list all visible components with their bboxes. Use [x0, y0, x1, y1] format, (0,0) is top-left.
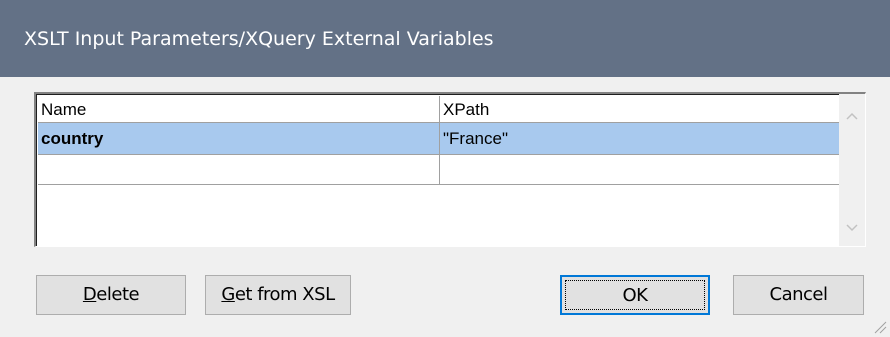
column-header-name[interactable]: Name	[38, 96, 440, 122]
vertical-scrollbar[interactable]	[839, 94, 865, 246]
cancel-button-label: Cancel	[769, 284, 828, 305]
table-header-row: Name XPath	[38, 96, 841, 123]
parameter-name-cell[interactable]	[38, 155, 440, 184]
parameters-list[interactable]: Name XPath country "France"	[34, 92, 866, 247]
resize-grip-icon[interactable]	[873, 320, 887, 334]
delete-button-label: Delete	[82, 284, 140, 305]
parameters-dialog: XSLT Input Parameters/XQuery External Va…	[0, 0, 890, 337]
scroll-down-icon[interactable]	[839, 216, 865, 240]
get-from-xsl-button-label: Get from XSL	[221, 284, 335, 305]
delete-button[interactable]: Delete	[36, 275, 186, 315]
parameter-xpath-cell[interactable]: "France"	[440, 123, 841, 154]
table-row[interactable]: country "France"	[38, 123, 841, 155]
get-from-xsl-button[interactable]: Get from XSL	[205, 275, 351, 315]
focus-rectangle	[565, 280, 705, 310]
column-header-xpath[interactable]: XPath	[440, 96, 841, 122]
cancel-button[interactable]: Cancel	[733, 275, 864, 315]
table-row[interactable]	[38, 155, 841, 185]
parameter-name-cell[interactable]: country	[38, 123, 440, 154]
ok-button[interactable]: OK	[560, 275, 710, 315]
title-bar[interactable]: XSLT Input Parameters/XQuery External Va…	[0, 0, 890, 77]
parameter-xpath-cell[interactable]	[440, 155, 841, 184]
scroll-up-icon[interactable]	[839, 104, 865, 128]
dialog-title: XSLT Input Parameters/XQuery External Va…	[24, 28, 494, 50]
parameters-grid: Name XPath country "France"	[38, 96, 841, 185]
